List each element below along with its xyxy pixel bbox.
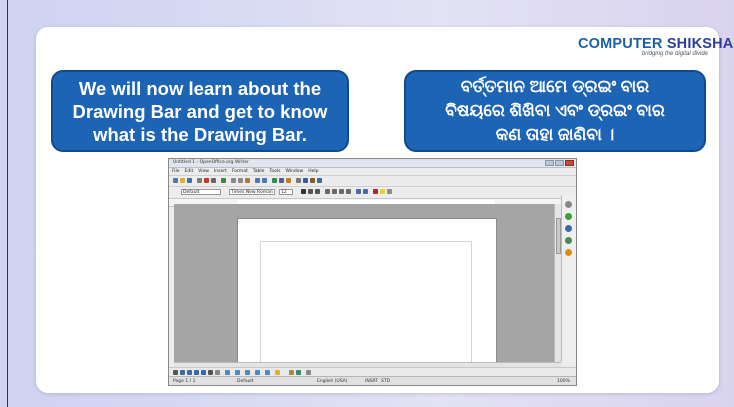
left-border-line bbox=[7, 0, 8, 407]
status-zoom[interactable]: 100% bbox=[557, 377, 570, 385]
underline-icon[interactable] bbox=[315, 189, 320, 194]
status-insert-mode[interactable]: INSRT bbox=[365, 377, 378, 385]
spellcheck-icon[interactable] bbox=[221, 178, 226, 183]
basic-shapes-icon[interactable] bbox=[225, 370, 230, 375]
numbering-icon[interactable] bbox=[356, 189, 361, 194]
menu-window[interactable]: Window bbox=[285, 168, 303, 175]
select-icon[interactable] bbox=[173, 370, 178, 375]
formatting-toolbar: Default Times New Roman 12 bbox=[169, 186, 576, 198]
close-button[interactable] bbox=[565, 160, 574, 166]
properties-icon[interactable] bbox=[565, 213, 572, 220]
navigator-side-icon[interactable] bbox=[565, 249, 572, 256]
table-icon[interactable] bbox=[279, 178, 284, 183]
menu-tools[interactable]: Tools bbox=[269, 168, 280, 175]
points-icon[interactable] bbox=[289, 370, 294, 375]
writer-menubar: File Edit View Insert Format Table Tools… bbox=[169, 168, 576, 175]
highlight-icon[interactable] bbox=[380, 189, 385, 194]
open-icon[interactable] bbox=[180, 178, 185, 183]
italic-icon[interactable] bbox=[308, 189, 313, 194]
email-icon[interactable] bbox=[197, 178, 202, 183]
drawing-functions-icon[interactable] bbox=[286, 178, 291, 183]
menu-view[interactable]: View bbox=[198, 168, 209, 175]
bullets-icon[interactable] bbox=[363, 189, 368, 194]
cut-icon[interactable] bbox=[231, 178, 236, 183]
maximize-button[interactable] bbox=[555, 160, 564, 166]
help-icon[interactable] bbox=[317, 178, 322, 183]
document-page[interactable] bbox=[237, 218, 497, 380]
freeform-line-icon[interactable] bbox=[201, 370, 206, 375]
status-language: English (USA) bbox=[317, 379, 348, 384]
print-icon[interactable] bbox=[211, 178, 216, 183]
navigator-icon[interactable] bbox=[303, 178, 308, 183]
bold-icon[interactable] bbox=[301, 189, 306, 194]
find-icon[interactable] bbox=[296, 178, 301, 183]
line-icon[interactable] bbox=[180, 370, 185, 375]
status-selection-mode[interactable]: STD bbox=[381, 377, 390, 385]
menu-format[interactable]: Format bbox=[232, 168, 248, 175]
stars-icon[interactable] bbox=[275, 370, 280, 375]
redo-icon[interactable] bbox=[262, 178, 267, 183]
text-boundary bbox=[260, 241, 472, 373]
undo-icon[interactable] bbox=[255, 178, 260, 183]
standard-toolbar bbox=[169, 175, 576, 186]
gallery-icon[interactable] bbox=[310, 178, 315, 183]
extrusion-icon[interactable] bbox=[306, 370, 311, 375]
background-color-icon[interactable] bbox=[387, 189, 392, 194]
english-caption-bubble: We will now learn about the Drawing Bar … bbox=[51, 70, 349, 152]
menu-file[interactable]: File bbox=[172, 168, 180, 175]
fontwork-icon[interactable] bbox=[296, 370, 301, 375]
status-page: Page 1 / 1 bbox=[173, 379, 196, 384]
odia-caption-text: ବର୍ତ୍ତମାନ ଆମେ ଡ୍ରଇଂ ବାର ବିଷୟରେ ଶିଖିବା ଏବ… bbox=[445, 77, 665, 144]
flowchart-icon[interactable] bbox=[255, 370, 260, 375]
status-bar: Page 1 / 1 Default English (USA) INSRT S… bbox=[169, 376, 576, 385]
new-icon[interactable] bbox=[173, 178, 178, 183]
logo-word-computer: COMPUTER bbox=[578, 36, 663, 52]
menu-table[interactable]: Table bbox=[253, 168, 265, 175]
justify-icon[interactable] bbox=[346, 189, 351, 194]
sidebar-toggle-icon[interactable] bbox=[565, 201, 572, 208]
odia-caption-bubble: ବର୍ତ୍ତମାନ ଆମେ ଡ୍ରଇଂ ବାର ବିଷୟରେ ଶିଖିବା ଏବ… bbox=[404, 70, 706, 152]
logo-word-shiksha: SHIKSHA bbox=[666, 36, 734, 52]
block-arrows-icon[interactable] bbox=[245, 370, 250, 375]
align-center-icon[interactable] bbox=[332, 189, 337, 194]
paragraph-style-select[interactable]: Default bbox=[181, 189, 221, 195]
align-left-icon[interactable] bbox=[325, 189, 330, 194]
align-right-icon[interactable] bbox=[339, 189, 344, 194]
minimize-button[interactable] bbox=[545, 160, 554, 166]
pdf-icon[interactable] bbox=[204, 178, 209, 183]
save-icon[interactable] bbox=[187, 178, 192, 183]
menu-edit[interactable]: Edit bbox=[185, 168, 194, 175]
menu-help[interactable]: Help bbox=[308, 168, 318, 175]
english-caption-text: We will now learn about the Drawing Bar … bbox=[72, 77, 328, 145]
text-icon[interactable] bbox=[208, 370, 213, 375]
styles-icon[interactable] bbox=[565, 225, 572, 232]
document-area bbox=[174, 204, 554, 380]
hyperlink-icon[interactable] bbox=[272, 178, 277, 183]
computer-shiksha-logo: COMPUTER SHIKSHA bridging the digital di… bbox=[578, 36, 733, 66]
rectangle-icon[interactable] bbox=[187, 370, 192, 375]
gallery-side-icon[interactable] bbox=[565, 237, 572, 244]
callouts-shapes-icon[interactable] bbox=[265, 370, 270, 375]
status-style: Default bbox=[237, 379, 254, 384]
paste-icon[interactable] bbox=[245, 178, 250, 183]
font-color-icon[interactable] bbox=[373, 189, 378, 194]
ellipse-icon[interactable] bbox=[194, 370, 199, 375]
font-size-select[interactable]: 12 bbox=[279, 189, 293, 195]
writer-window-screenshot: Untitled 1 - OpenOffice.org Writer File … bbox=[168, 158, 577, 386]
menu-insert[interactable]: Insert bbox=[214, 168, 227, 175]
symbol-shapes-icon[interactable] bbox=[235, 370, 240, 375]
writer-titlebar: Untitled 1 - OpenOffice.org Writer bbox=[169, 159, 576, 168]
side-panel bbox=[561, 195, 576, 362]
font-name-select[interactable]: Times New Roman bbox=[229, 189, 275, 195]
writer-title: Untitled 1 - OpenOffice.org Writer bbox=[173, 160, 249, 165]
callouts-icon[interactable] bbox=[215, 370, 220, 375]
copy-icon[interactable] bbox=[238, 178, 243, 183]
